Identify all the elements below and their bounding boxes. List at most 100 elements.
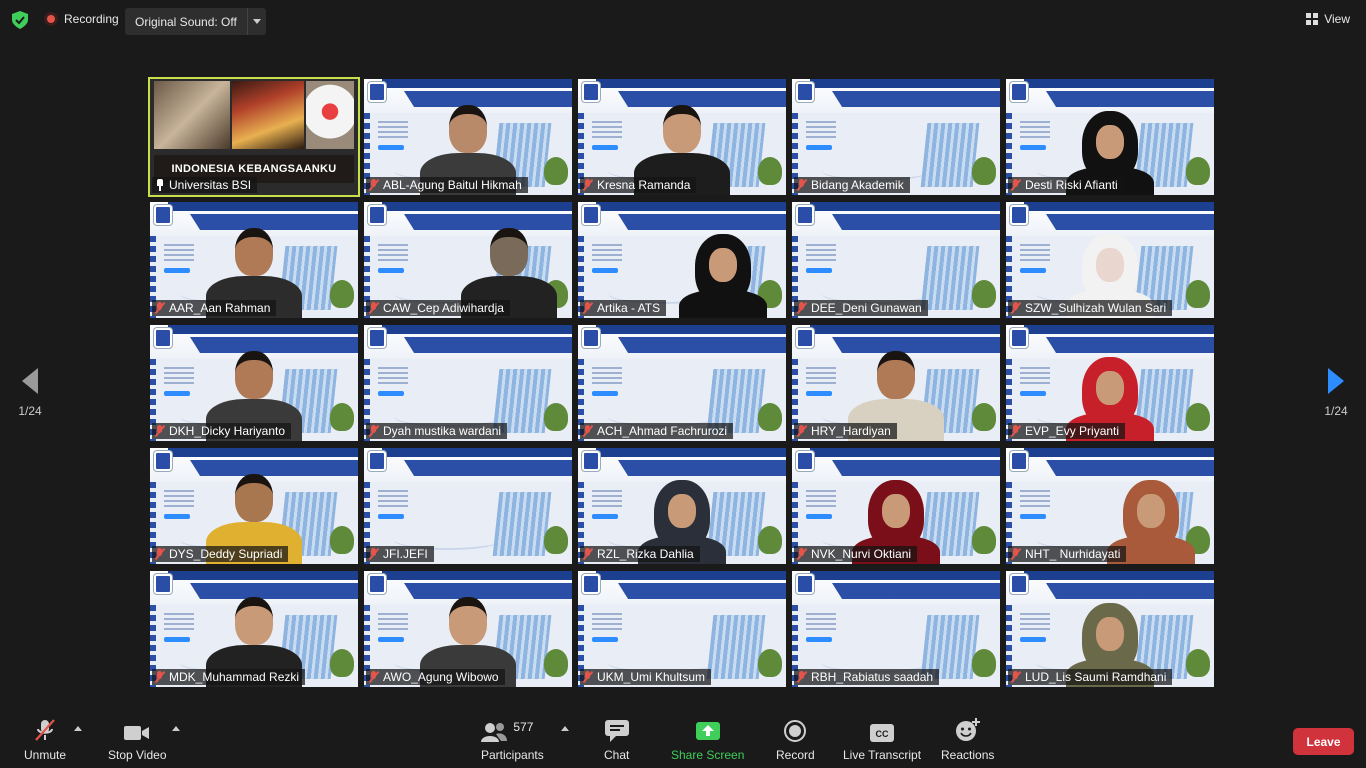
participant-tile[interactable]: UKM_Umi Khultsum — [578, 571, 786, 687]
participant-name: SZW_Sulhizah Wulan Sari — [1025, 301, 1167, 315]
virtual-background-logo — [154, 205, 172, 225]
shield-icon[interactable] — [12, 11, 28, 29]
virtual-background-zoom — [378, 637, 404, 642]
virtual-background-bldg — [706, 615, 766, 679]
virtual-background-info — [378, 121, 408, 139]
participant-name-tag: Dyah mustika wardani — [366, 423, 508, 439]
virtual-background-band — [1024, 571, 1214, 580]
participant-tile[interactable]: Dyah mustika wardani — [364, 325, 572, 441]
virtual-background-logo — [582, 82, 600, 102]
virtual-background-band — [810, 571, 1000, 580]
virtual-background-zoom — [378, 391, 404, 396]
virtual-background-zoom — [592, 145, 618, 150]
participant-name: NHT_ Nurhidayati — [1025, 547, 1121, 561]
virtual-background-band — [810, 325, 1000, 334]
participant-name-tag: NVK_Nurvi Oktiani — [794, 546, 918, 562]
microphone-muted-icon — [583, 425, 593, 437]
unmute-button[interactable]: Unmute — [24, 719, 66, 762]
view-button[interactable]: View — [1306, 12, 1350, 26]
virtual-background-logo — [582, 451, 600, 471]
virtual-background-info — [164, 613, 194, 631]
participant-tile[interactable]: INDONESIA KEBANGSAANKU Universitas BSI — [148, 77, 360, 197]
leave-button[interactable]: Leave — [1293, 728, 1354, 755]
participant-name-tag: HRY_Hardiyan — [794, 423, 897, 439]
virtual-background-tree — [1186, 157, 1210, 185]
audio-options-chevron-icon[interactable] — [74, 726, 82, 731]
virtual-background-logo — [154, 574, 172, 594]
participant-tile[interactable]: CAW_Cep Adiwihardja — [364, 202, 572, 318]
virtual-background-tree — [330, 649, 354, 677]
virtual-background-zoom — [378, 268, 404, 273]
participant-name-tag: LUD_Lis Saumi Ramdhani — [1008, 669, 1173, 685]
virtual-background-zoom — [1020, 514, 1046, 519]
participant-tile[interactable]: RZL_Rizka Dahlia — [578, 448, 786, 564]
video-options-chevron-icon[interactable] — [172, 726, 180, 731]
participant-tile[interactable]: DKH_Dicky Hariyanto — [150, 325, 358, 441]
record-label: Record — [776, 748, 815, 762]
virtual-background-band — [1024, 448, 1214, 457]
participant-tile[interactable]: NHT_ Nurhidayati — [1006, 448, 1214, 564]
participants-button[interactable]: 577 Participants — [481, 720, 544, 762]
previous-page-button[interactable]: 1/24 — [10, 368, 50, 418]
participant-tile[interactable]: Bidang Akademik — [792, 79, 1000, 195]
participant-tile[interactable]: HRY_Hardiyan — [792, 325, 1000, 441]
virtual-background-band2 — [404, 460, 572, 476]
gallery-view: INDONESIA KEBANGSAANKU Universitas BSI ABL… — [148, 77, 1216, 689]
participant-tile[interactable]: Kresna Ramanda — [578, 79, 786, 195]
original-sound-button[interactable]: Original Sound: Off — [125, 8, 266, 35]
participant-tile[interactable]: MDK_Muhammad Rezki — [150, 571, 358, 687]
virtual-background-tree — [544, 649, 568, 677]
virtual-background-info — [378, 244, 408, 262]
stop-video-label: Stop Video — [108, 748, 167, 762]
chevron-down-icon[interactable] — [248, 19, 266, 24]
next-page-button[interactable]: 1/24 — [1316, 368, 1356, 418]
virtual-background-info — [806, 367, 836, 385]
microphone-muted-icon — [369, 179, 379, 191]
participant-name: ACH_Ahmad Fachrurozi — [597, 424, 728, 438]
virtual-background-tree — [544, 157, 568, 185]
virtual-background-logo — [1010, 205, 1028, 225]
virtual-background-bldg — [492, 492, 552, 556]
participant-name-tag: MDK_Muhammad Rezki — [152, 669, 306, 685]
participant-tile[interactable]: LUD_Lis Saumi Ramdhani — [1006, 571, 1214, 687]
participant-name: Dyah mustika wardani — [383, 424, 502, 438]
microphone-muted-icon — [155, 302, 165, 314]
virtual-background-info — [592, 121, 622, 139]
virtual-background-info — [378, 613, 408, 631]
virtual-background-info — [1020, 490, 1050, 508]
reactions-button[interactable]: Reactions — [941, 718, 994, 762]
participant-tile[interactable]: RBH_Rabiatus saadah — [792, 571, 1000, 687]
stop-video-button[interactable]: Stop Video — [108, 720, 167, 762]
participant-tile[interactable]: Desti Riski Afianti — [1006, 79, 1214, 195]
participant-name: UKM_Umi Khultsum — [597, 670, 706, 684]
virtual-background-logo — [796, 451, 814, 471]
virtual-background-band — [596, 202, 786, 211]
participant-tile[interactable]: AAR_Aan Rahman — [150, 202, 358, 318]
participant-tile[interactable]: DEE_Deni Gunawan — [792, 202, 1000, 318]
microphone-muted-icon — [369, 671, 379, 683]
microphone-muted-icon — [797, 425, 807, 437]
participant-tile[interactable]: EVP_Evy Priyanti — [1006, 325, 1214, 441]
share-screen-button[interactable]: Share Screen — [671, 720, 744, 762]
pin-icon — [155, 179, 165, 191]
participant-tile[interactable]: ABL-Agung Baitul Hikmah — [364, 79, 572, 195]
virtual-background-tree — [330, 280, 354, 308]
participant-tile[interactable]: SZW_Sulhizah Wulan Sari — [1006, 202, 1214, 318]
virtual-background-band — [810, 448, 1000, 457]
participant-name: CAW_Cep Adiwihardja — [383, 301, 504, 315]
live-transcript-button[interactable]: CC Live Transcript — [843, 720, 921, 762]
participants-options-chevron-icon[interactable] — [561, 726, 569, 731]
chat-button[interactable]: Chat — [604, 720, 629, 762]
participant-tile[interactable]: DYS_Deddy Supriadi — [150, 448, 358, 564]
participant-name-tag: EVP_Evy Priyanti — [1008, 423, 1126, 439]
record-button[interactable]: Record — [776, 720, 815, 762]
participant-tile[interactable]: Artika - ATS — [578, 202, 786, 318]
participant-tile[interactable]: AWO_Agung Wibowo — [364, 571, 572, 687]
virtual-background-zoom — [592, 637, 618, 642]
participant-tile[interactable]: ACH_Ahmad Fachrurozi — [578, 325, 786, 441]
participant-name: LUD_Lis Saumi Ramdhani — [1025, 670, 1167, 684]
virtual-background-logo — [1010, 328, 1028, 348]
recording-indicator[interactable]: Recording — [44, 12, 119, 26]
participant-tile[interactable]: JFI.JEFI — [364, 448, 572, 564]
participant-tile[interactable]: NVK_Nurvi Oktiani — [792, 448, 1000, 564]
